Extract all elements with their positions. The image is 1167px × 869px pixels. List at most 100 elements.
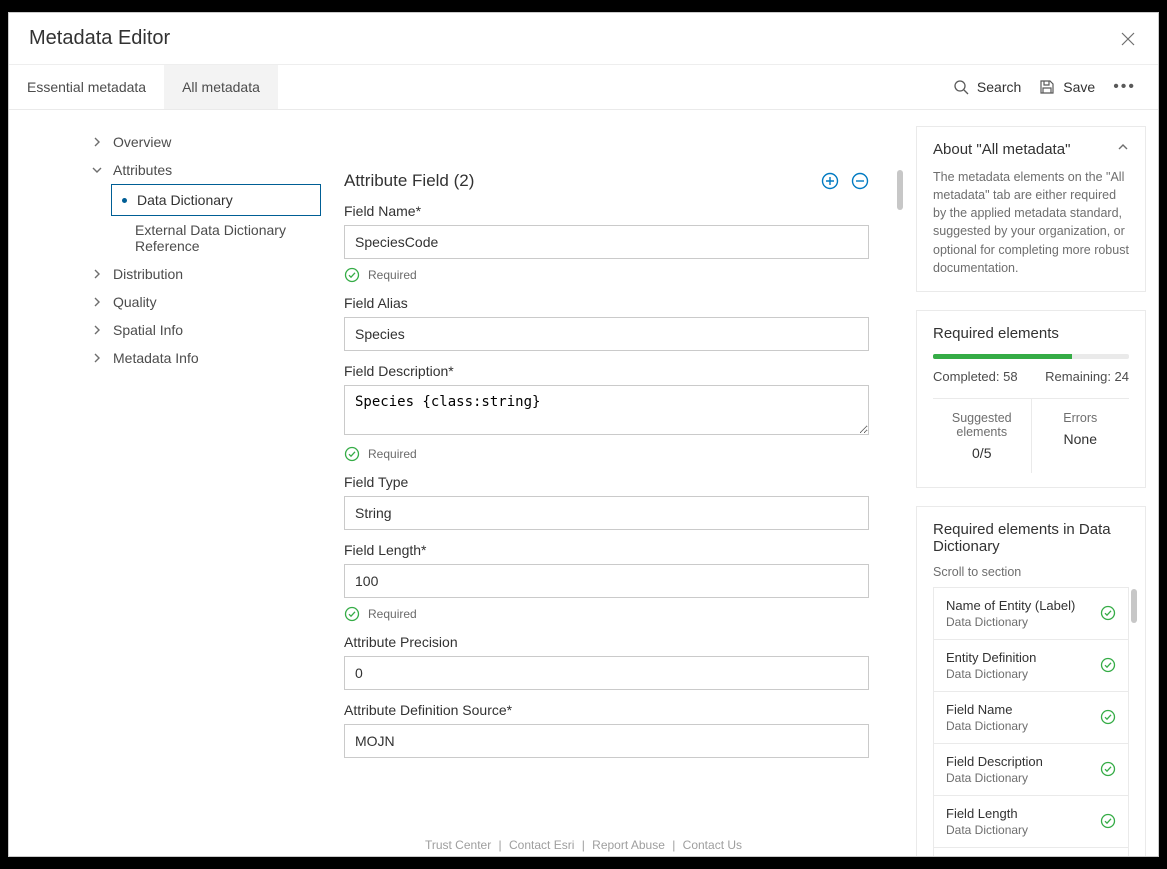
required-item-title: Field Name bbox=[946, 702, 1028, 717]
about-panel: About "All metadata" The metadata elemen… bbox=[916, 126, 1146, 292]
required-elements-panel: Required elements Completed: 58 Remainin… bbox=[916, 310, 1146, 488]
field-description-input[interactable] bbox=[344, 385, 869, 435]
errors-label: Errors bbox=[1036, 411, 1126, 425]
form-main: Attribute Field (2) Field Name* bbox=[329, 110, 904, 856]
chevron-right-icon bbox=[91, 325, 103, 335]
suggested-value: 0/5 bbox=[937, 445, 1027, 461]
main-scrollbar[interactable] bbox=[896, 110, 904, 856]
field-length-input[interactable] bbox=[344, 564, 869, 598]
check-circle-icon bbox=[1100, 761, 1116, 777]
attribute-precision-input[interactable] bbox=[344, 656, 869, 690]
attribute-precision-label: Attribute Precision bbox=[344, 634, 869, 650]
required-item-title: Field Length bbox=[946, 806, 1028, 821]
required-item[interactable]: Field Description Data Dictionary bbox=[934, 744, 1128, 796]
required-text: Required bbox=[368, 447, 417, 461]
scroll-hint: Scroll to section bbox=[933, 565, 1129, 579]
progress-fill bbox=[933, 354, 1072, 359]
more-options-button[interactable]: ••• bbox=[1113, 78, 1136, 96]
right-panels: About "All metadata" The metadata elemen… bbox=[904, 110, 1158, 856]
field-length-label: Field Length* bbox=[344, 542, 869, 558]
nav-spatial-label: Spatial Info bbox=[113, 322, 183, 338]
remaining-count: Remaining: 24 bbox=[1045, 369, 1129, 384]
errors-cell: Errors None bbox=[1031, 399, 1130, 473]
nav-overview[interactable]: Overview bbox=[77, 128, 321, 156]
field-alias-input[interactable] bbox=[344, 317, 869, 351]
progress-bar bbox=[933, 354, 1129, 359]
nav-overview-label: Overview bbox=[113, 134, 171, 150]
nav-distribution[interactable]: Distribution bbox=[77, 260, 321, 288]
tab-essential-metadata[interactable]: Essential metadata bbox=[9, 65, 164, 109]
required-item[interactable]: Field Length Data Dictionary bbox=[934, 796, 1128, 848]
save-label: Save bbox=[1063, 79, 1095, 95]
save-icon bbox=[1039, 79, 1055, 95]
required-item[interactable]: Entity Definition Data Dictionary bbox=[934, 640, 1128, 692]
required-items-list: Name of Entity (Label) Data Dictionary E… bbox=[933, 587, 1129, 856]
about-panel-title: About "All metadata" bbox=[933, 141, 1070, 158]
required-text: Required bbox=[368, 607, 417, 621]
required-item-sub: Data Dictionary bbox=[946, 615, 1075, 629]
scrollbar-thumb[interactable] bbox=[897, 170, 903, 210]
nav-external-dd-label: External Data Dictionary Reference bbox=[135, 222, 286, 254]
nav-attributes-label: Attributes bbox=[113, 162, 172, 178]
nav-attributes[interactable]: Attributes bbox=[77, 156, 321, 184]
field-description-label: Field Description* bbox=[344, 363, 869, 379]
required-in-section-panel: Required elements in Data Dictionary Scr… bbox=[916, 506, 1146, 856]
nav-data-dictionary-label: Data Dictionary bbox=[137, 192, 233, 208]
list-scrollbar-thumb[interactable] bbox=[1131, 589, 1137, 623]
close-icon bbox=[1121, 32, 1135, 46]
required-in-section-title: Required elements in Data Dictionary bbox=[933, 521, 1111, 555]
required-elements-title: Required elements bbox=[933, 325, 1059, 342]
close-button[interactable] bbox=[1118, 29, 1138, 49]
chevron-down-icon bbox=[91, 165, 103, 175]
attribute-definition-source-input[interactable] bbox=[344, 724, 869, 758]
check-circle-icon bbox=[344, 446, 360, 462]
field-name-label: Field Name* bbox=[344, 203, 869, 219]
remove-field-button[interactable] bbox=[851, 172, 869, 190]
field-name-required: Required bbox=[344, 267, 869, 283]
field-desc-required: Required bbox=[344, 446, 869, 462]
required-item[interactable]: Field Name Data Dictionary bbox=[934, 692, 1128, 744]
required-item-title: Field Description bbox=[946, 754, 1043, 769]
chevron-right-icon bbox=[91, 137, 103, 147]
required-item-sub: Data Dictionary bbox=[946, 667, 1036, 681]
search-label: Search bbox=[977, 79, 1021, 95]
save-button[interactable]: Save bbox=[1039, 79, 1095, 95]
required-item-sub: Data Dictionary bbox=[946, 823, 1028, 837]
about-collapse-button[interactable] bbox=[1117, 141, 1129, 153]
modal-header: Metadata Editor bbox=[9, 13, 1158, 65]
nav-quality[interactable]: Quality bbox=[77, 288, 321, 316]
nav-external-data-dictionary[interactable]: External Data Dictionary Reference bbox=[111, 216, 321, 260]
chevron-right-icon bbox=[91, 269, 103, 279]
field-type-label: Field Type bbox=[344, 474, 869, 490]
chevron-up-icon bbox=[1117, 141, 1129, 153]
completed-count: Completed: 58 bbox=[933, 369, 1018, 384]
required-item-title: Entity Definition bbox=[946, 650, 1036, 665]
tab-bar: Essential metadata All metadata Search S… bbox=[9, 65, 1158, 110]
check-circle-icon bbox=[1100, 709, 1116, 725]
search-icon bbox=[953, 79, 969, 95]
suggested-elements-cell: Suggested elements 0/5 bbox=[933, 399, 1031, 473]
search-button[interactable]: Search bbox=[953, 79, 1021, 95]
tab-all-metadata[interactable]: All metadata bbox=[164, 65, 278, 109]
nav-metadata-info[interactable]: Metadata Info bbox=[77, 344, 321, 372]
field-length-required: Required bbox=[344, 606, 869, 622]
nav-distribution-label: Distribution bbox=[113, 266, 183, 282]
add-field-button[interactable] bbox=[821, 172, 839, 190]
check-circle-icon bbox=[344, 267, 360, 283]
required-item-title: Name of Entity (Label) bbox=[946, 598, 1075, 613]
nav-data-dictionary[interactable]: Data Dictionary bbox=[111, 184, 321, 216]
field-type-input[interactable] bbox=[344, 496, 869, 530]
check-circle-icon bbox=[1100, 657, 1116, 673]
errors-value: None bbox=[1036, 431, 1126, 447]
nav-quality-label: Quality bbox=[113, 294, 157, 310]
required-item-sub: Data Dictionary bbox=[946, 771, 1043, 785]
check-circle-icon bbox=[1100, 605, 1116, 621]
metadata-editor-modal: Metadata Editor Essential metadata All m… bbox=[8, 12, 1159, 857]
nav-metadata-info-label: Metadata Info bbox=[113, 350, 199, 366]
required-item[interactable]: Name of Entity (Label) Data Dictionary bbox=[934, 588, 1128, 640]
field-alias-label: Field Alias bbox=[344, 295, 869, 311]
required-item-sub: Data Dictionary bbox=[946, 719, 1028, 733]
required-item[interactable]: Attribute Definition Source bbox=[934, 848, 1128, 856]
nav-spatial-info[interactable]: Spatial Info bbox=[77, 316, 321, 344]
field-name-input[interactable] bbox=[344, 225, 869, 259]
